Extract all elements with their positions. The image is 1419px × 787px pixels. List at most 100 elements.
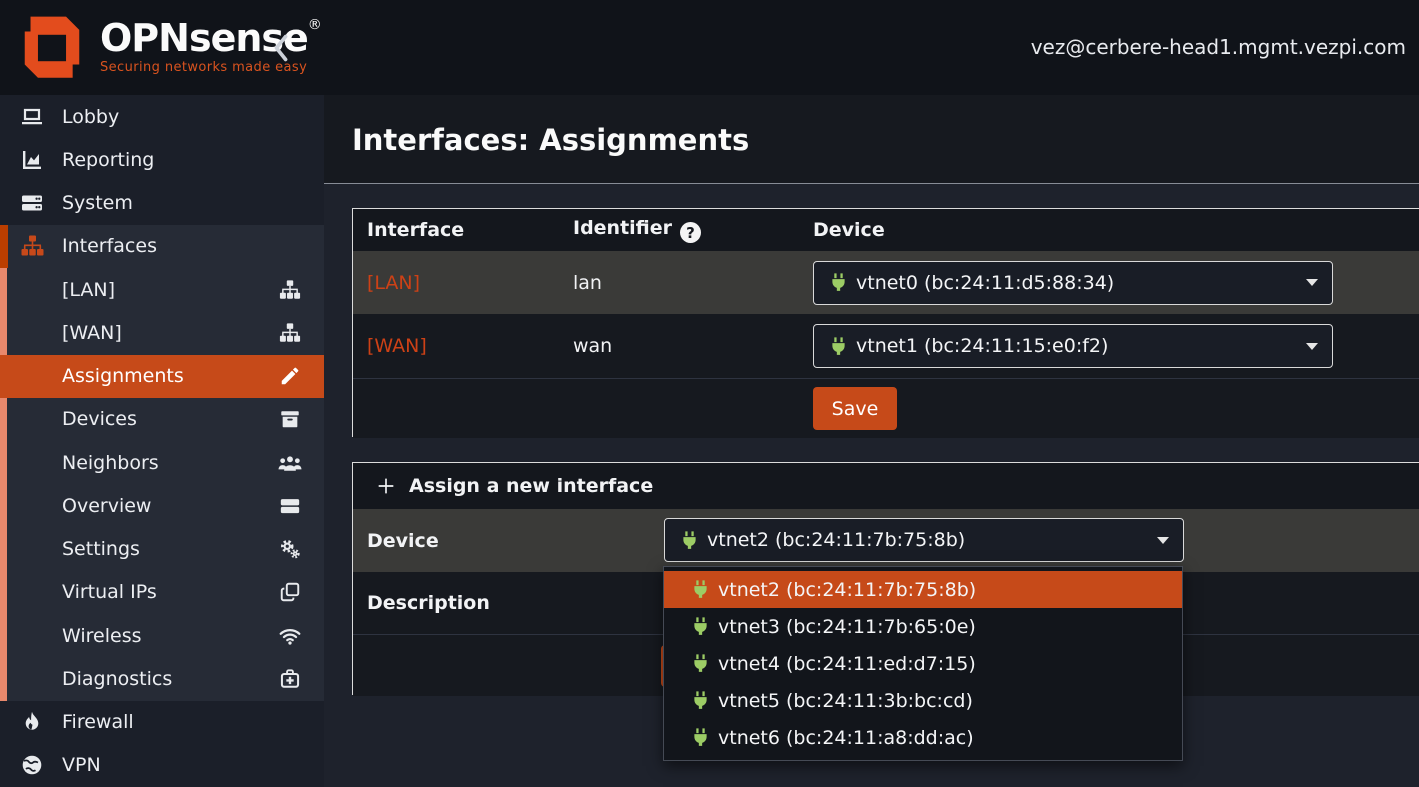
selected-device-label: vtnet2 (bc:24:11:7b:75:8b) [707, 529, 965, 551]
identifier-wan: wan [559, 335, 799, 357]
table-row-save: Save [353, 378, 1419, 438]
plug-icon [690, 616, 711, 637]
stack-icon [276, 495, 304, 517]
sidebar-item-label: Settings [62, 538, 140, 560]
logged-in-user[interactable]: vez@cerbere-head1.mgmt.vezpi.com [1031, 0, 1406, 95]
sidebar-item-interfaces[interactable]: Interfaces [0, 225, 324, 268]
plug-icon [690, 653, 711, 674]
dropdown-option-vtnet4[interactable]: vtnet4 (bc:24:11:ed:d7:15) [664, 645, 1182, 682]
dropdown-option-vtnet2[interactable]: vtnet2 (bc:24:11:7b:75:8b) [664, 571, 1182, 608]
device-cell: vtnet0 (bc:24:11:d5:88:34) [799, 261, 1419, 305]
sidebar-item-lan[interactable]: [LAN] [0, 268, 324, 311]
caret-down-icon [1306, 279, 1318, 286]
sitemap-icon [276, 322, 304, 344]
plus-icon [375, 475, 397, 497]
opnsense-logo-icon[interactable] [14, 9, 90, 87]
column-header-device: Device [799, 219, 1419, 241]
server-icon [12, 191, 52, 215]
option-label: vtnet4 (bc:24:11:ed:d7:15) [718, 653, 976, 675]
table-row-lan: [LAN] lan vtnet0 (bc:24:11:d5:88:34) [353, 251, 1419, 314]
assign-panel-title: Assign a new interface [409, 475, 653, 497]
sidebar-item-assignments[interactable]: Assignments [0, 355, 324, 398]
brand-registered-mark: ® [308, 17, 322, 33]
assign-device-row: Device vtnet2 (bc:24:11:7b:75:8b) [353, 509, 1419, 572]
option-label: vtnet3 (bc:24:11:7b:65:0e) [718, 616, 976, 638]
gears-icon [276, 538, 304, 560]
sidebar-item-label: Neighbors [62, 452, 159, 474]
active-section-edge [0, 225, 8, 268]
selected-device-label: vtnet1 (bc:24:11:15:e0:f2) [856, 335, 1108, 357]
sidebar-item-vpn[interactable]: VPN [0, 744, 324, 787]
column-header-label: Identifier [573, 217, 672, 239]
interface-name-lan[interactable]: [LAN] [353, 272, 559, 294]
sidebar-item-label: Virtual IPs [62, 581, 157, 603]
option-label: vtnet2 (bc:24:11:7b:75:8b) [718, 579, 976, 601]
interface-name-wan[interactable]: [WAN] [353, 335, 559, 357]
plug-icon [679, 530, 700, 551]
pencil-icon [276, 365, 304, 387]
caret-down-icon [1306, 343, 1318, 350]
device-dropdown-menu: vtnet2 (bc:24:11:7b:75:8b) vtnet3 (bc:24… [663, 566, 1183, 761]
interfaces-section: Interfaces [LAN] [WAN] [0, 225, 324, 701]
selected-device-label: vtnet0 (bc:24:11:d5:88:34) [856, 272, 1114, 294]
sidebar-item-label: Devices [62, 408, 137, 430]
plug-icon [828, 272, 849, 293]
assignments-table: Interface Identifier? Device [LAN] lan v… [352, 208, 1419, 437]
sidebar-item-devices[interactable]: Devices [0, 398, 324, 441]
users-icon [276, 452, 304, 474]
option-label: vtnet6 (bc:24:11:a8:dd:ac) [718, 727, 974, 749]
sidebar-item-virtual-ips[interactable]: Virtual IPs [0, 571, 324, 614]
sidebar-item-wireless[interactable]: Wireless [0, 614, 324, 657]
description-label: Description [353, 592, 490, 614]
sidebar-item-label: Diagnostics [62, 668, 172, 690]
page-title: Interfaces: Assignments [352, 123, 749, 157]
table-row-wan: [WAN] wan vtnet1 (bc:24:11:15:e0:f2) [353, 314, 1419, 378]
sidebar-item-neighbors[interactable]: Neighbors [0, 441, 324, 484]
wan-device-select[interactable]: vtnet1 (bc:24:11:15:e0:f2) [813, 324, 1333, 368]
sidebar-item-reporting[interactable]: Reporting [0, 138, 324, 181]
caret-down-icon [1157, 537, 1169, 544]
lan-device-select[interactable]: vtnet0 (bc:24:11:d5:88:34) [813, 261, 1333, 305]
device-label: Device [353, 530, 439, 552]
area-chart-icon [12, 148, 52, 172]
option-label: vtnet5 (bc:24:11:3b:bc:cd) [718, 690, 973, 712]
sidebar-item-label: Overview [62, 495, 151, 517]
sitemap-icon [276, 279, 304, 301]
medkit-icon [276, 668, 304, 690]
plug-icon [828, 336, 849, 357]
identifier-lan: lan [559, 272, 799, 294]
dropdown-option-vtnet3[interactable]: vtnet3 (bc:24:11:7b:65:0e) [664, 608, 1182, 645]
sidebar-item-label: Assignments [62, 365, 184, 387]
sidebar-item-settings[interactable]: Settings [0, 528, 324, 571]
sidebar-item-label: [WAN] [62, 322, 122, 344]
help-question-icon[interactable]: ? [680, 222, 701, 243]
sidebar-item-overview[interactable]: Overview [0, 484, 324, 527]
fire-icon [12, 710, 52, 734]
top-header: OPNsense® Securing networks made easy ve… [0, 0, 1419, 95]
sidebar-item-lobby[interactable]: Lobby [0, 95, 324, 138]
dropdown-option-vtnet5[interactable]: vtnet5 (bc:24:11:3b:bc:cd) [664, 682, 1182, 719]
dropdown-option-vtnet6[interactable]: vtnet6 (bc:24:11:a8:dd:ac) [664, 719, 1182, 756]
save-cell: Save [799, 387, 1419, 430]
archive-icon [276, 408, 304, 430]
save-button[interactable]: Save [813, 387, 897, 430]
globe-icon [12, 753, 52, 777]
column-header-identifier: Identifier? [559, 217, 799, 244]
laptop-icon [12, 105, 52, 129]
interfaces-submenu: [LAN] [WAN] [0, 268, 324, 701]
sidebar-item-label: Lobby [62, 106, 119, 128]
sidebar-collapse-chevron-icon[interactable] [266, 32, 296, 64]
plug-icon [690, 690, 711, 711]
sitemap-icon [12, 234, 52, 258]
sidebar-item-diagnostics[interactable]: Diagnostics [0, 657, 324, 700]
sidebar-nav: Lobby Reporting System [0, 95, 324, 787]
sidebar-item-system[interactable]: System [0, 182, 324, 225]
sidebar-item-firewall[interactable]: Firewall [0, 701, 324, 744]
main-content: Interfaces: Assignments Interface Identi… [324, 95, 1419, 787]
new-device-select[interactable]: vtnet2 (bc:24:11:7b:75:8b) [664, 518, 1184, 562]
sidebar-item-label: Interfaces [62, 235, 157, 257]
assign-panel-header: Assign a new interface [353, 463, 1419, 509]
table-header-row: Interface Identifier? Device [353, 209, 1419, 251]
sidebar-item-wan[interactable]: [WAN] [0, 311, 324, 354]
title-bar: Interfaces: Assignments [324, 95, 1419, 184]
